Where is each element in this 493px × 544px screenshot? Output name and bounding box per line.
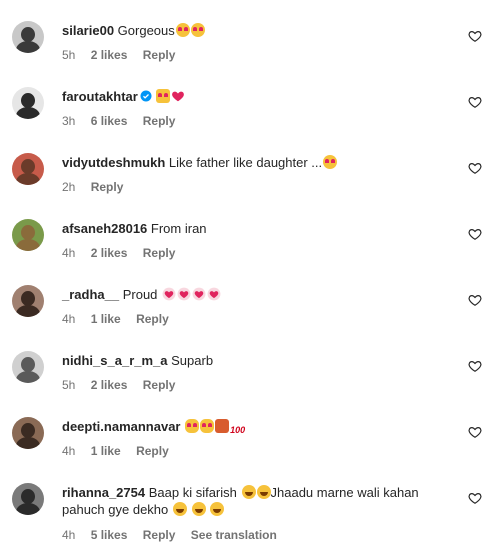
comment-text: From iran [150,221,207,236]
comment-likes[interactable]: 6 likes [91,114,128,128]
heart-eyes-icon [323,155,338,169]
comment-text-line2: pahuch gye dekho [62,502,169,517]
red-heart-icon [177,287,191,301]
laughing-icon [172,502,187,516]
comment-username[interactable]: deepti.namannavar [62,419,181,434]
comment-username[interactable]: silarie00 [62,23,114,38]
comment-likes[interactable]: 2 likes [91,246,128,260]
comment-text: Gorgeous [117,23,175,38]
like-heart-icon[interactable] [468,359,482,373]
comment-username[interactable]: _radha__ [62,287,119,302]
comment-time: 2h [62,180,76,194]
comment-likes[interactable]: 1 like [91,312,121,326]
avatar[interactable] [12,153,44,185]
reply-button[interactable]: Reply [143,378,176,392]
avatar[interactable] [12,219,44,251]
reply-button[interactable]: Reply [143,246,176,260]
comment-time: 4h [62,528,76,542]
like-heart-icon[interactable] [468,29,482,43]
reply-button[interactable]: Reply [136,312,169,326]
comment-text-continued: Jhaadu marne wali kahan [270,485,419,500]
comment-username[interactable]: vidyutdeshmukh [62,155,165,170]
comment-likes[interactable]: 5 likes [91,528,128,542]
heart-eyes-icon [175,23,190,37]
laughing-icon [191,502,206,516]
like-heart-icon[interactable] [468,227,482,241]
dancer-icon [215,419,230,433]
red-heart-icon [192,287,206,301]
comment-time: 4h [62,444,76,458]
like-heart-icon[interactable] [468,161,482,175]
comment-likes[interactable]: 1 like [91,444,121,458]
heart-eyes-icon [190,23,205,37]
rofl-icon [241,485,256,499]
comment-username[interactable]: faroutakhtar [62,89,138,104]
verified-badge-icon [140,90,152,102]
like-heart-icon[interactable] [468,425,482,439]
comment-likes[interactable]: 2 likes [91,378,128,392]
like-heart-icon[interactable] [468,293,482,307]
laughing-icon [210,502,225,516]
comment-username[interactable]: rihanna_2754 [62,485,145,500]
reply-button[interactable]: Reply [143,528,176,542]
red-heart-icon [207,287,221,301]
comment-time: 3h [62,114,76,128]
comment-username[interactable]: nidhi_s_a_r_m_a [62,353,168,368]
avatar[interactable] [12,417,44,449]
comment-time: 4h [62,246,76,260]
see-translation-button[interactable]: See translation [191,528,277,542]
comment-time: 4h [62,312,76,326]
avatar[interactable] [12,87,44,119]
comment-time: 5h [62,378,76,392]
reply-button[interactable]: Reply [143,114,176,128]
comment-username[interactable]: afsaneh28016 [62,221,147,236]
rofl-icon [256,485,271,499]
ok-hand-icon [185,419,200,433]
avatar[interactable] [12,351,44,383]
comment-text: Baap ki sifarish [148,485,237,500]
ok-hand-icon [200,419,215,433]
comment-time: 5h [62,48,76,62]
comment-likes[interactable]: 2 likes [91,48,128,62]
red-heart-icon [172,91,185,102]
reply-button[interactable]: Reply [91,180,124,194]
comment-text: Suparb [171,353,214,368]
reply-button[interactable]: Reply [136,444,169,458]
reply-button[interactable]: Reply [143,48,176,62]
raising-hands-icon [156,89,171,103]
avatar[interactable] [12,483,44,515]
avatar[interactable] [12,285,44,317]
avatar[interactable] [12,21,44,53]
like-heart-icon[interactable] [468,95,482,109]
comment-text: Like father like daughter ... [168,155,323,170]
comment-text: Proud [122,287,158,302]
red-heart-icon [162,287,176,301]
hundred-points-icon: 100 [230,425,246,435]
like-heart-icon[interactable] [468,491,482,505]
